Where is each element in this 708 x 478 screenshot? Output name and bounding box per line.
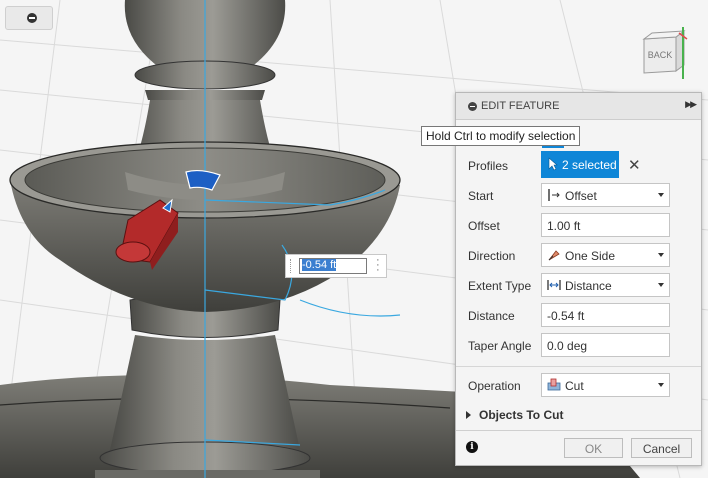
divider bbox=[456, 366, 701, 367]
extent-type-label: Extent Type bbox=[468, 279, 532, 293]
start-value: Offset bbox=[565, 189, 597, 203]
profiles-select-button[interactable]: 2 selected bbox=[541, 151, 619, 178]
distance-row: Distance -0.54 ft bbox=[456, 301, 701, 331]
info-icon[interactable]: i bbox=[466, 441, 478, 453]
clear-selection-icon[interactable]: ✕ bbox=[628, 156, 641, 174]
chevron-down-icon bbox=[658, 383, 664, 387]
chevron-down-icon bbox=[658, 283, 664, 287]
one-side-icon bbox=[548, 250, 560, 261]
panel-footer: i OK Cancel bbox=[456, 430, 701, 465]
distance-dimension-box[interactable]: -0.54 ft · · · bbox=[285, 254, 387, 278]
offset-row: Offset 1.00 ft bbox=[456, 211, 701, 241]
direction-dropdown[interactable]: One Side bbox=[541, 243, 670, 267]
distance-icon bbox=[547, 280, 561, 290]
distance-label: Distance bbox=[468, 309, 515, 323]
direction-row: Direction One Side bbox=[456, 241, 701, 271]
chevron-down-icon bbox=[658, 253, 664, 257]
distance-input[interactable]: -0.54 ft bbox=[541, 303, 670, 327]
objects-to-cut-toggle[interactable]: Objects To Cut bbox=[466, 408, 563, 422]
operation-value: Cut bbox=[565, 379, 584, 393]
edit-feature-panel: EDIT FEATURE ▶▶ Profiles 2 selected ✕ St… bbox=[455, 92, 702, 466]
distance-value: -0.54 ft bbox=[547, 309, 585, 323]
dimension-menu-icon[interactable]: · · · bbox=[376, 255, 380, 276]
start-row: Start Offset bbox=[456, 181, 701, 211]
direction-value: One Side bbox=[565, 249, 616, 263]
expand-triangle-icon bbox=[466, 411, 471, 419]
minus-icon bbox=[27, 13, 37, 23]
chevron-down-icon bbox=[658, 193, 664, 197]
collapse-icon[interactable] bbox=[468, 102, 477, 111]
operation-dropdown[interactable]: Cut bbox=[541, 373, 670, 397]
start-dropdown[interactable]: Offset bbox=[541, 183, 670, 207]
offset-start-icon bbox=[548, 189, 560, 201]
extent-type-row: Extent Type Distance bbox=[456, 271, 701, 301]
objects-to-cut-label: Objects To Cut bbox=[479, 408, 564, 422]
viewcube-face-label: BACK bbox=[648, 50, 673, 60]
panel-title: EDIT FEATURE bbox=[481, 100, 560, 112]
offset-input[interactable]: 1.00 ft bbox=[541, 213, 670, 237]
dimension-grip-left[interactable] bbox=[290, 259, 294, 273]
expand-panel-icon[interactable]: ▶▶ bbox=[685, 99, 697, 110]
direction-label: Direction bbox=[468, 249, 516, 263]
operation-label: Operation bbox=[468, 379, 521, 393]
cut-icon bbox=[547, 378, 561, 391]
dimension-input[interactable]: -0.54 ft bbox=[299, 258, 367, 274]
taper-angle-label: Taper Angle bbox=[468, 339, 532, 353]
ok-button[interactable]: OK bbox=[564, 438, 623, 458]
selection-tooltip: Hold Ctrl to modify selection bbox=[421, 126, 581, 146]
offset-label: Offset bbox=[468, 219, 500, 233]
viewport-collapse-pill[interactable] bbox=[5, 6, 53, 30]
taper-angle-value: 0.0 deg bbox=[547, 339, 588, 353]
extent-type-dropdown[interactable]: Distance bbox=[541, 273, 670, 297]
taper-angle-input[interactable]: 0.0 deg bbox=[541, 333, 670, 357]
profiles-value: 2 selected bbox=[562, 158, 617, 172]
panel-header[interactable]: EDIT FEATURE ▶▶ bbox=[456, 93, 701, 120]
offset-value: 1.00 ft bbox=[547, 219, 581, 233]
operation-row: Operation Cut bbox=[456, 371, 701, 401]
extent-type-value: Distance bbox=[565, 279, 612, 293]
start-label: Start bbox=[468, 189, 494, 203]
viewcube[interactable]: BACK bbox=[638, 27, 688, 85]
profiles-label: Profiles bbox=[468, 159, 509, 173]
taper-angle-row: Taper Angle 0.0 deg bbox=[456, 331, 701, 361]
cursor-arrow-icon bbox=[548, 157, 558, 171]
profiles-row: Profiles 2 selected ✕ bbox=[456, 142, 701, 181]
cancel-button[interactable]: Cancel bbox=[631, 438, 692, 458]
